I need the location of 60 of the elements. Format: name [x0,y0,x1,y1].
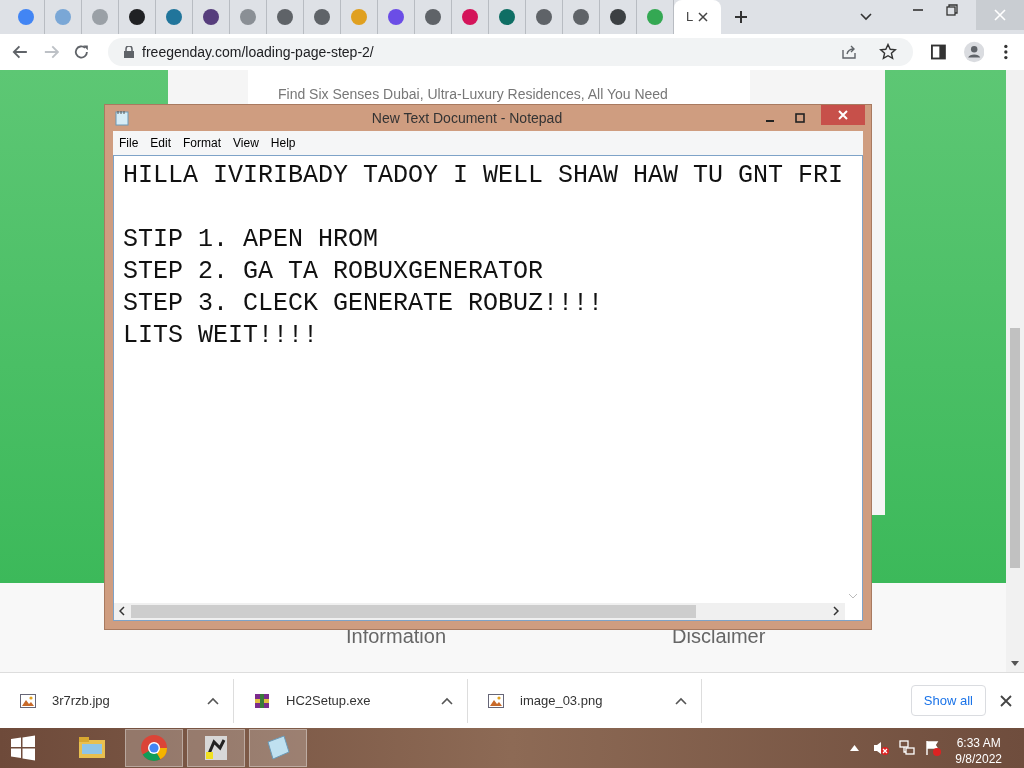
menu-item[interactable]: File [113,132,145,154]
volume-muted-icon[interactable] [873,740,890,756]
lock-icon [124,46,135,58]
clock[interactable]: 6:33 AM 9/8/2022 [955,734,1002,768]
start-icon[interactable] [9,734,37,762]
text-editor[interactable]: HILLA IVIRIBADY TADOY I WELL SHAW HAW TU GNT FRI STIP 1. APEN HROM STEP 2. GA TA ROBUXGENERATOR STEP 3. CLECK GENERATE ROBUZ!!!! LITS WEIT!!!! [113,155,863,621]
caret-icon[interactable] [207,696,219,705]
scroll-thumb[interactable] [1010,328,1020,568]
new-tab-icon[interactable] [733,9,750,25]
download-item[interactable]: HC2Setup.exe [234,678,468,723]
menu-icon[interactable] [1004,44,1008,60]
window-title: New Text Document - Notepad [370,108,564,128]
back-icon[interactable] [12,43,29,61]
profile-icon[interactable] [963,41,985,63]
scroll-down-icon[interactable] [1011,661,1019,666]
scroll-thumb[interactable] [131,605,696,618]
file-name: 3r7rzb.jpg [52,691,111,710]
star-icon[interactable] [879,43,898,61]
reload-icon[interactable] [73,43,91,61]
caret-icon[interactable] [675,696,687,705]
scroll-left-icon[interactable] [119,606,125,616]
tab-search-icon[interactable] [860,13,872,21]
close-icon[interactable] [1000,694,1012,707]
menu-item[interactable]: Edit [144,132,178,154]
show-hidden-icon[interactable] [850,745,860,751]
image-file-icon [488,693,504,708]
date-text: 9/8/2022 [955,751,1002,768]
chrome-icon [138,732,170,764]
flag-icon[interactable] [925,740,942,756]
close-button[interactable] [821,105,865,125]
document-text: HILLA IVIRIBADY TADOY I WELL SHAW HAW TU GNT FRI STIP 1. APEN HROM STEP 2. GA TA ROBUXGENERATOR STEP 3. CLECK GENERATE ROBUZ!!!! LITS WEIT!!!! [123,160,844,352]
download-item[interactable]: 3r7rzb.jpg [0,678,234,723]
address-bar[interactable]: freegenday.com/loading-page-step-2/ [108,38,914,66]
footer-heading: Disclaimer [672,624,766,649]
menu-item[interactable]: View [227,132,265,154]
scrollbar[interactable] [114,603,845,620]
menu-item[interactable]: Help [264,132,302,154]
file-name: HC2Setup.exe [286,691,372,710]
restore-icon[interactable] [946,4,958,16]
footer-heading: Information [346,624,447,649]
caret-icon[interactable] [441,696,453,705]
side-panel-icon[interactable] [931,44,946,60]
maximize-icon[interactable] [795,113,805,123]
network-icon[interactable] [899,740,916,756]
intro-text: Find Six Senses Dubai, Ultra-Luxury Residences, All You Need [278,85,669,104]
share-icon[interactable] [841,44,858,60]
show-all-button[interactable]: Show all [910,684,986,717]
notepad-icon [115,110,129,126]
time-text: 6:33 AM [955,734,1002,751]
archive-file-icon [254,692,270,709]
url-text: freegenday.com/loading-page-step-2/ [142,42,374,62]
download-item[interactable]: image_03.png [468,678,702,723]
scrollbar[interactable] [1006,70,1024,672]
menu-item[interactable]: Format [177,132,228,154]
close-icon[interactable] [697,11,710,23]
scroll-right-icon[interactable] [833,606,839,616]
image-file-icon [20,693,36,708]
file-name: image_03.png [520,691,604,710]
browser-tab[interactable]: L [674,0,722,34]
taskbar-button[interactable] [187,729,245,767]
